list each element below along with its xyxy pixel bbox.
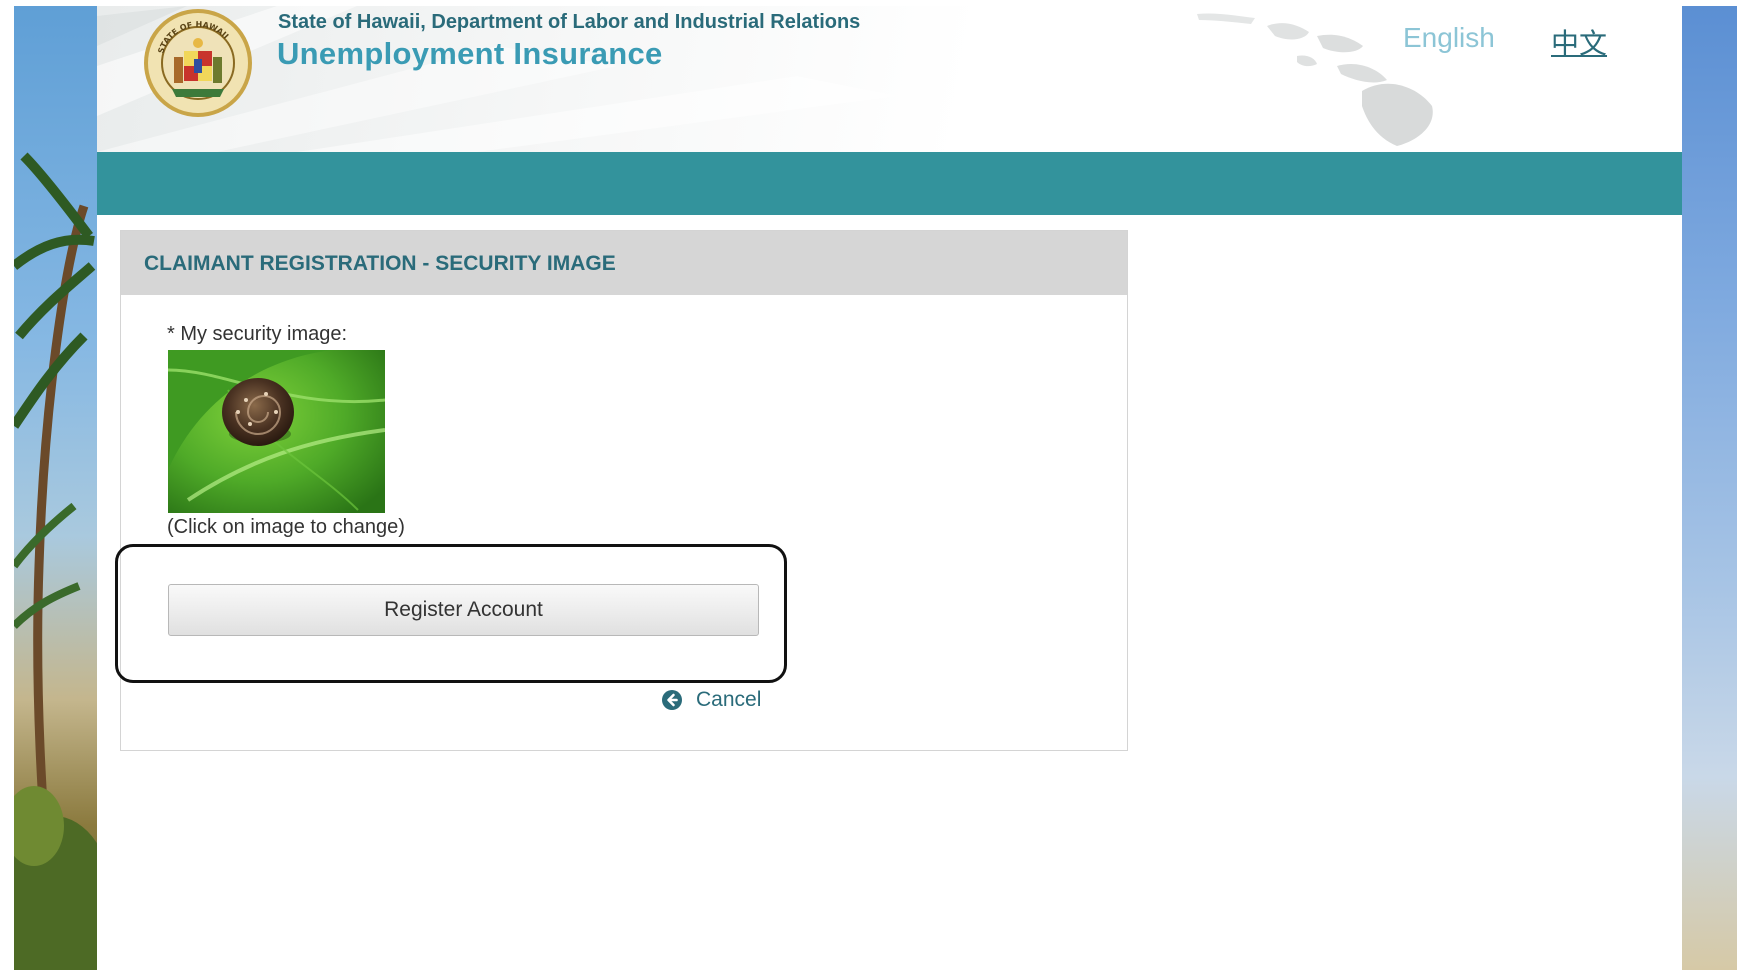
security-image-label: * My security image: (167, 323, 348, 345)
app-title: Unemployment Insurance (277, 36, 663, 71)
change-image-hint: (Click on image to change) (167, 516, 405, 538)
site-header: STATE OF HAWAII State of Hawaii, Departm… (97, 6, 1682, 152)
background-palm-left (14, 6, 97, 970)
cancel-label: Cancel (696, 688, 762, 711)
language-english-link[interactable]: English (1403, 22, 1495, 54)
state-seal-logo: STATE OF HAWAII (144, 9, 252, 117)
security-image[interactable] (168, 350, 385, 513)
panel-header: CLAIMANT REGISTRATION - SECURITY IMAGE (121, 231, 1127, 295)
register-account-button[interactable]: Register Account (168, 584, 759, 636)
nav-bar (97, 152, 1682, 215)
cancel-link[interactable]: Cancel (662, 687, 761, 713)
circle-arrow-left-icon (662, 690, 682, 710)
language-chinese-link[interactable]: 中文 (1551, 22, 1607, 62)
page: STATE OF HAWAII State of Hawaii, Departm… (0, 0, 1737, 970)
organization-name: State of Hawaii, Department of Labor and… (278, 11, 861, 33)
background-sky-right (1682, 6, 1737, 970)
registration-panel: CLAIMANT REGISTRATION - SECURITY IMAGE *… (115, 230, 1128, 751)
panel-title: CLAIMANT REGISTRATION - SECURITY IMAGE (144, 252, 616, 275)
